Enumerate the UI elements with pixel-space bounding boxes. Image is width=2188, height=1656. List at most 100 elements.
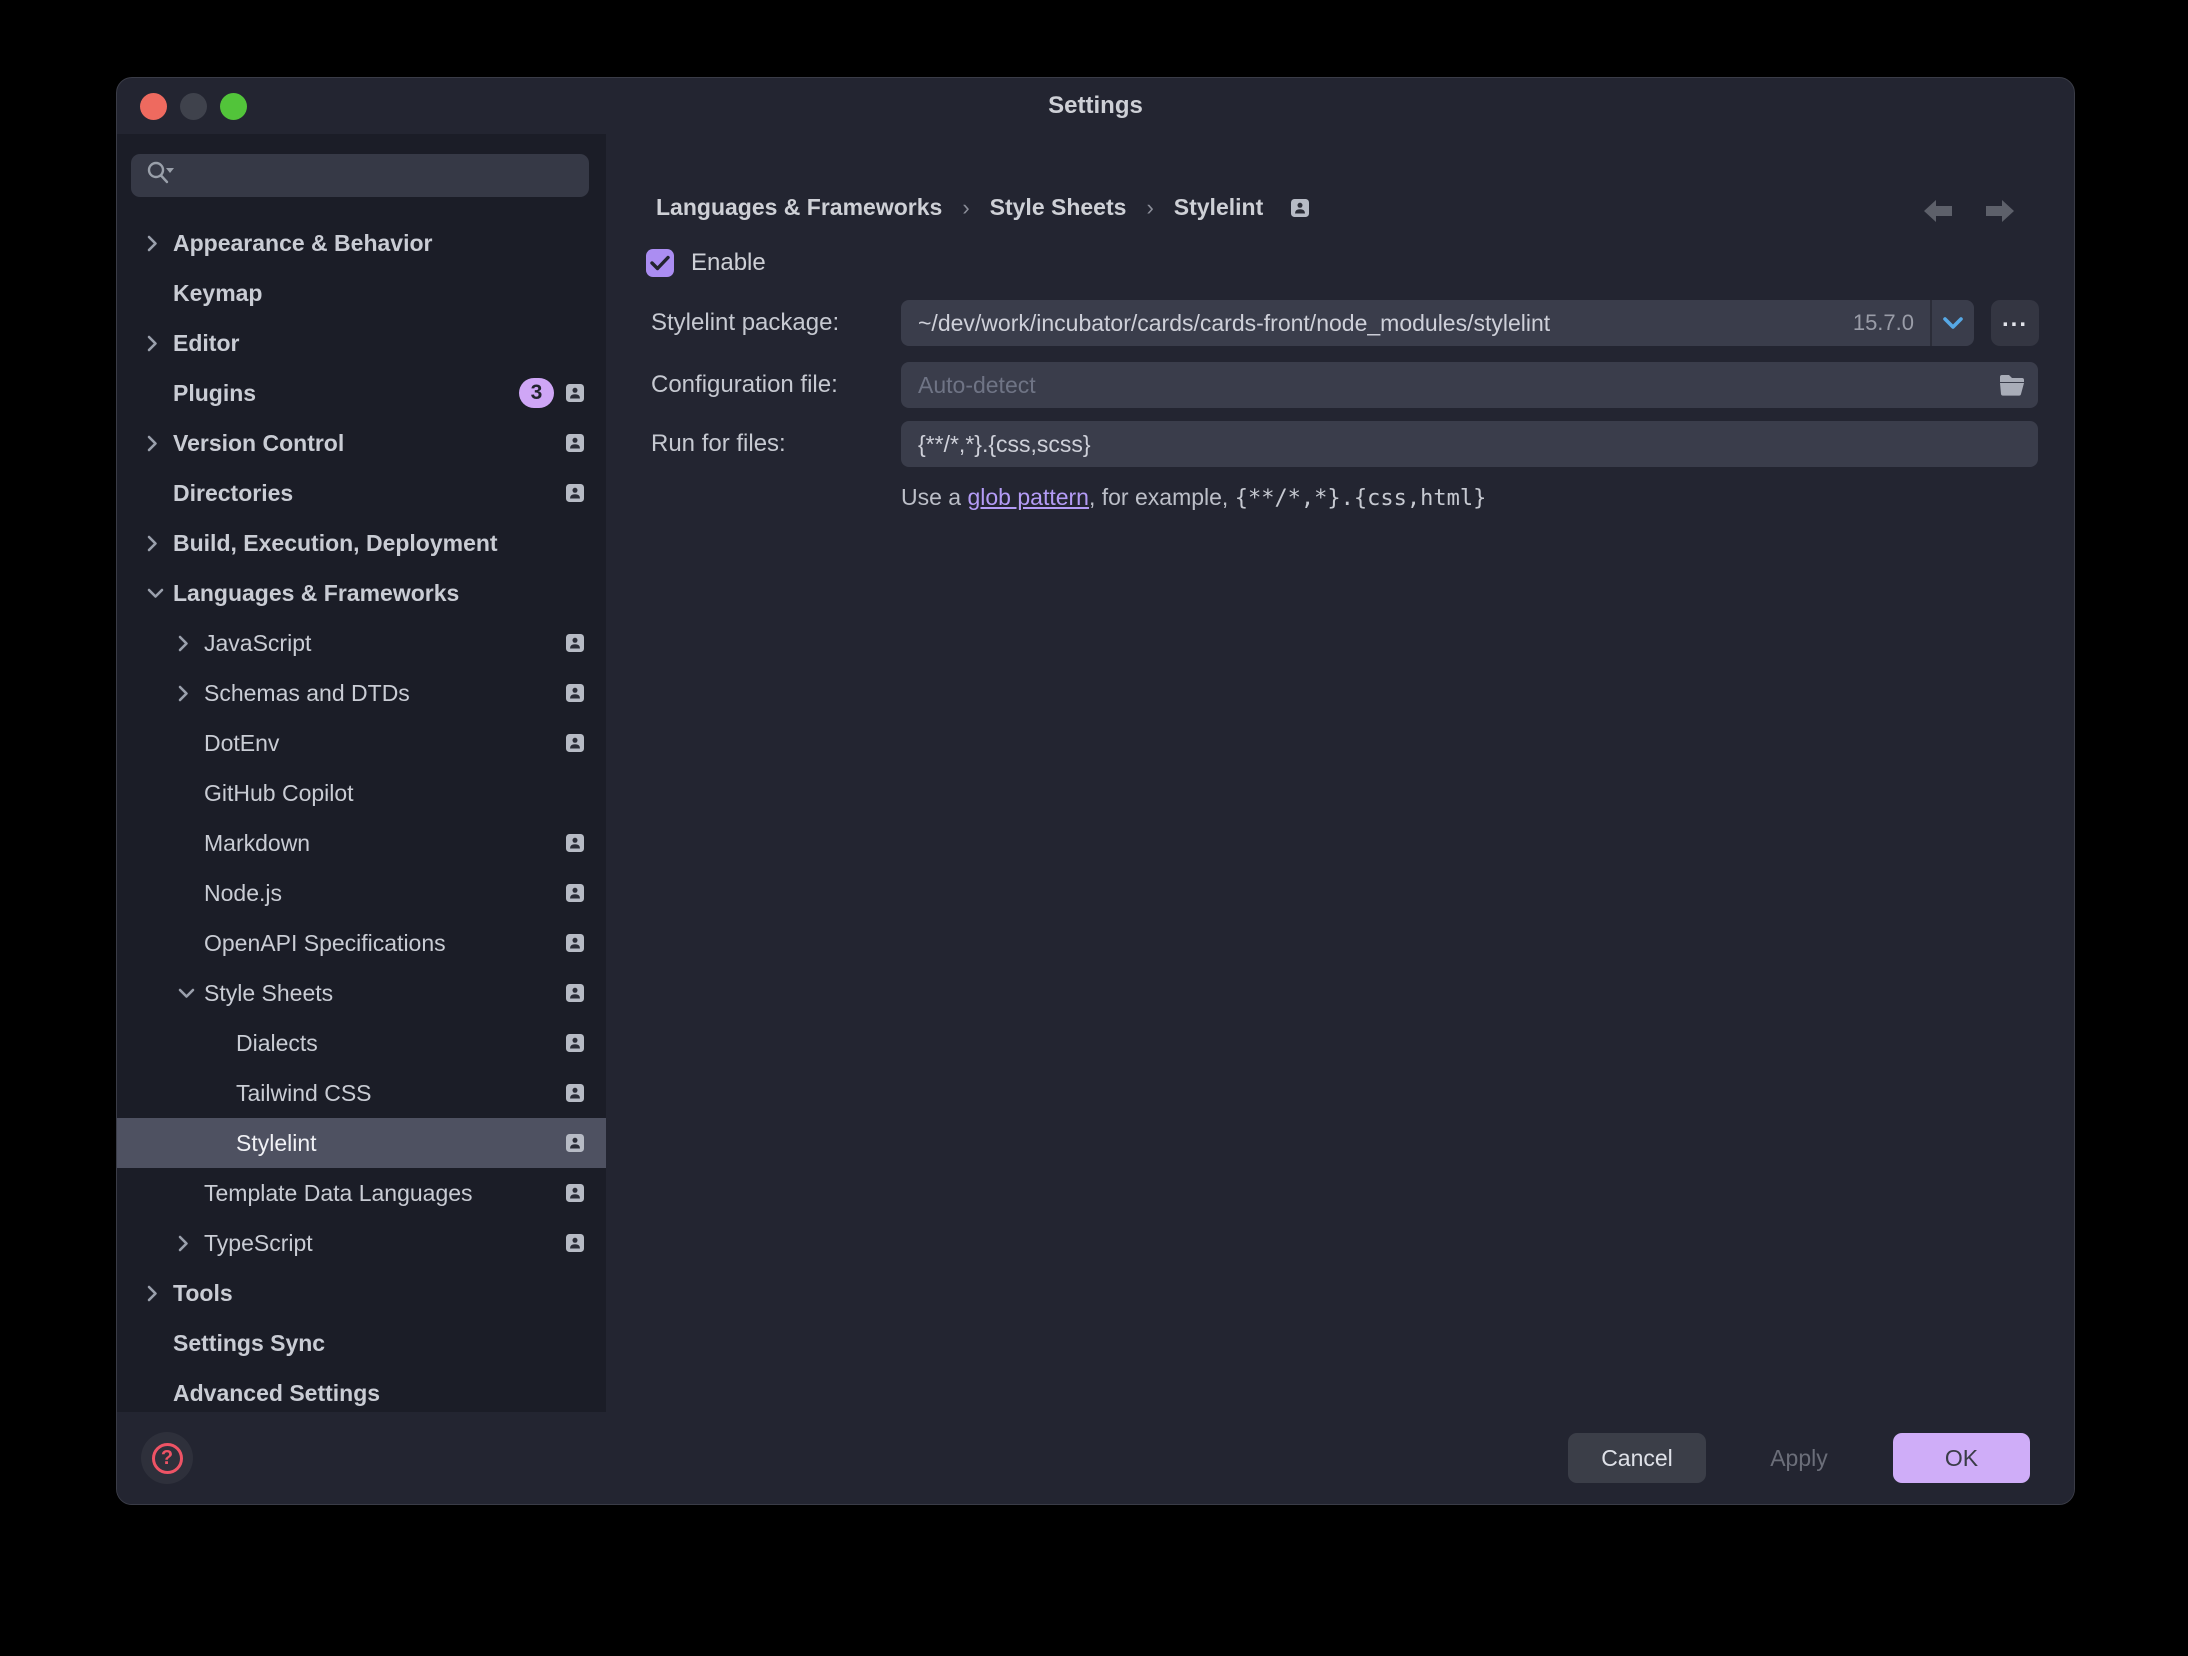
package-browse-button[interactable]: ... xyxy=(1991,300,2039,346)
sidebar-item-javascript[interactable]: JavaScript xyxy=(117,618,606,668)
ide-settings-icon xyxy=(566,1184,584,1202)
sidebar-item-label: Markdown xyxy=(204,830,310,857)
sidebar-item-template-data-languages[interactable]: Template Data Languages xyxy=(117,1168,606,1218)
sidebar-item-editor[interactable]: Editor xyxy=(117,318,606,368)
settings-tree: Appearance & Behavior Keymap Editor Plugins… xyxy=(117,218,606,1412)
glob-pattern-link[interactable]: glob pattern xyxy=(967,484,1088,510)
sidebar-item-dialects[interactable]: Dialects xyxy=(117,1018,606,1068)
chevron-down-icon xyxy=(147,588,173,599)
chevron-right-icon xyxy=(147,335,173,352)
cancel-button[interactable]: Cancel xyxy=(1568,1433,1706,1483)
sidebar-item-label: Keymap xyxy=(173,280,262,307)
sidebar-item-label: DotEnv xyxy=(204,730,279,757)
search-icon xyxy=(145,159,175,192)
forward-arrow-icon[interactable] xyxy=(1984,198,2016,224)
sidebar-item-advanced-settings[interactable]: Advanced Settings xyxy=(117,1368,606,1412)
plugins-count-badge: 3 xyxy=(519,378,554,408)
sidebar-item-markdown[interactable]: Markdown xyxy=(117,818,606,868)
ide-settings-icon xyxy=(566,884,584,902)
breadcrumb-item-style-sheets[interactable]: Style Sheets xyxy=(990,194,1127,221)
sidebar-item-label: Dialects xyxy=(236,1030,318,1057)
chevron-right-icon xyxy=(178,1235,204,1252)
chevron-right-icon xyxy=(147,235,173,252)
ide-settings-icon xyxy=(566,834,584,852)
chevron-down-icon xyxy=(178,988,204,999)
sidebar-item-style-sheets[interactable]: Style Sheets xyxy=(117,968,606,1018)
run-for-files-input[interactable] xyxy=(901,421,2038,467)
settings-content: Languages & Frameworks›Style Sheets›Styl… xyxy=(606,134,2074,1412)
ide-settings-icon xyxy=(566,1234,584,1252)
breadcrumb-item-languages-frameworks[interactable]: Languages & Frameworks xyxy=(656,194,942,221)
ok-button[interactable]: OK xyxy=(1893,1433,2030,1483)
sidebar-item-tailwind-css[interactable]: Tailwind CSS xyxy=(117,1068,606,1118)
sidebar-item-languages-frameworks[interactable]: Languages & Frameworks xyxy=(117,568,606,618)
sidebar-item-label: Template Data Languages xyxy=(204,1180,473,1207)
config-file-field xyxy=(901,362,2038,408)
run-for-files-label: Run for files: xyxy=(651,421,786,467)
apply-button[interactable]: Apply xyxy=(1729,1433,1869,1483)
ide-settings-icon xyxy=(566,1134,584,1152)
sidebar-item-directories[interactable]: Directories xyxy=(117,468,606,518)
ide-settings-icon xyxy=(566,384,584,402)
ide-settings-icon xyxy=(1291,199,1309,217)
ide-settings-icon xyxy=(566,934,584,952)
sidebar-item-github-copilot[interactable]: GitHub Copilot xyxy=(117,768,606,818)
sidebar-item-appearance-behavior[interactable]: Appearance & Behavior xyxy=(117,218,606,268)
chevron-right-icon xyxy=(178,685,204,702)
settings-search-field[interactable] xyxy=(131,154,589,197)
back-arrow-icon[interactable] xyxy=(1922,198,1954,224)
sidebar-item-label: GitHub Copilot xyxy=(204,780,354,807)
sidebar-item-label: Style Sheets xyxy=(204,980,333,1007)
stylelint-package-input[interactable] xyxy=(901,300,1853,346)
chevron-right-icon xyxy=(178,635,204,652)
sidebar-item-label: Settings Sync xyxy=(173,1330,325,1357)
chevron-right-icon xyxy=(147,1285,173,1302)
sidebar-item-dotenv[interactable]: DotEnv xyxy=(117,718,606,768)
sidebar-item-label: Version Control xyxy=(173,430,344,457)
help-button[interactable]: ? xyxy=(141,1432,193,1484)
sidebar-item-typescript[interactable]: TypeScript xyxy=(117,1218,606,1268)
settings-sidebar: Appearance & Behavior Keymap Editor Plugins… xyxy=(117,134,606,1412)
sidebar-item-label: Schemas and DTDs xyxy=(204,680,410,707)
breadcrumb-ide-settings-icon xyxy=(1291,199,1309,217)
package-dropdown-button[interactable] xyxy=(1930,300,1974,346)
sidebar-item-label: Stylelint xyxy=(236,1130,317,1157)
stylelint-package-combo: 15.7.0 xyxy=(901,300,1974,346)
config-browse-button[interactable] xyxy=(1986,362,2038,408)
ide-settings-icon xyxy=(566,484,584,502)
sidebar-item-schemas-and-dtds[interactable]: Schemas and DTDs xyxy=(117,668,606,718)
sidebar-item-label: Directories xyxy=(173,480,293,507)
sidebar-item-stylelint[interactable]: Stylelint xyxy=(117,1118,606,1168)
sidebar-item-label: JavaScript xyxy=(204,630,311,657)
ide-settings-icon xyxy=(566,984,584,1002)
history-nav xyxy=(1922,198,2016,224)
run-for-files-field xyxy=(901,421,2038,467)
sidebar-item-openapi-specifications[interactable]: OpenAPI Specifications xyxy=(117,918,606,968)
sidebar-item-keymap[interactable]: Keymap xyxy=(117,268,606,318)
breadcrumb-item-stylelint[interactable]: Stylelint xyxy=(1174,194,1263,221)
checkmark-icon xyxy=(650,255,670,271)
sidebar-item-version-control[interactable]: Version Control xyxy=(117,418,606,468)
sidebar-item-node-js[interactable]: Node.js xyxy=(117,868,606,918)
help-code-example: {**/*,*}.{css,html} xyxy=(1235,486,1487,511)
enable-checkbox[interactable] xyxy=(646,249,674,277)
sidebar-item-label: TypeScript xyxy=(204,1230,313,1257)
sidebar-item-tools[interactable]: Tools xyxy=(117,1268,606,1318)
package-label: Stylelint package: xyxy=(651,300,839,346)
breadcrumb-separator: › xyxy=(1146,195,1153,221)
folder-icon xyxy=(1998,373,2026,397)
sidebar-item-build-execution-deployment[interactable]: Build, Execution, Deployment xyxy=(117,518,606,568)
sidebar-item-label: Tools xyxy=(173,1280,233,1307)
sidebar-item-label: OpenAPI Specifications xyxy=(204,930,446,957)
settings-window: Settings Appearance & Behavior Keymap Edit… xyxy=(116,77,2075,1505)
sidebar-item-label: Editor xyxy=(173,330,239,357)
ide-settings-icon xyxy=(566,1034,584,1052)
sidebar-item-settings-sync[interactable]: Settings Sync xyxy=(117,1318,606,1368)
help-middle: , for example, xyxy=(1089,484,1235,510)
ide-settings-icon xyxy=(566,634,584,652)
window-title: Settings xyxy=(117,92,2074,120)
footer-bar: ? Cancel Apply OK xyxy=(117,1412,2074,1504)
config-file-input[interactable] xyxy=(901,362,1986,408)
chevron-down-icon xyxy=(1942,316,1964,330)
sidebar-item-plugins[interactable]: Plugins3 xyxy=(117,368,606,418)
